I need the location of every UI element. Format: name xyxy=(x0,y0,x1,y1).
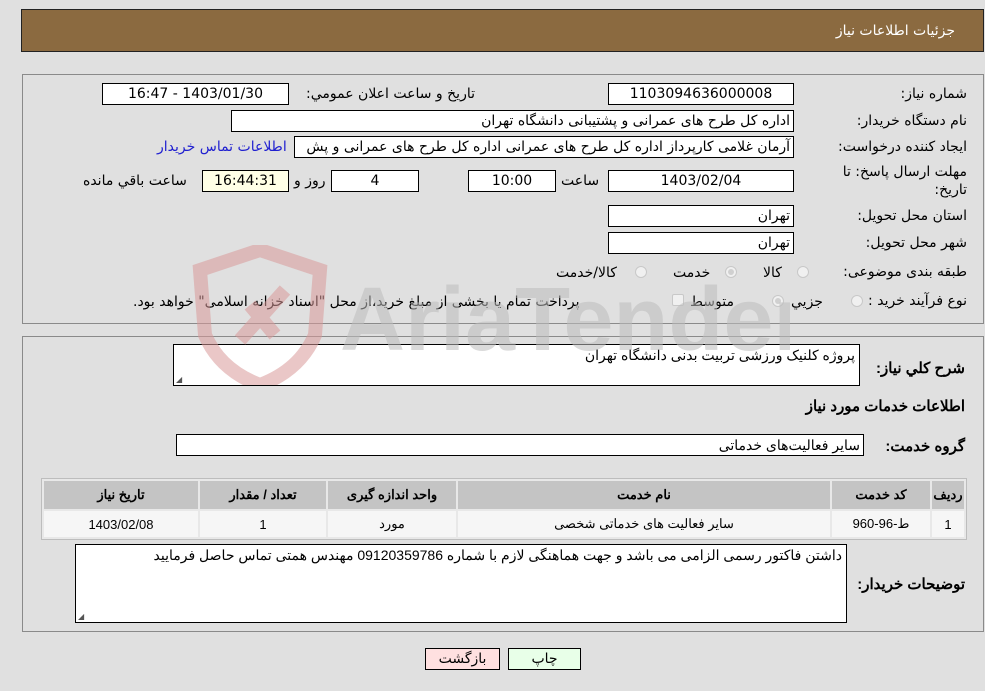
col-unit: واحد اندازه گیری xyxy=(328,481,456,509)
remaining-time-field[interactable]: 16:44:31 xyxy=(202,170,289,192)
category-option-goods: کالا xyxy=(763,265,782,281)
services-title: اطلاعات خدمات مورد نیاز xyxy=(805,398,965,415)
cell-row-number: 1 xyxy=(932,511,964,537)
buyer-notes-text: داشتن فاکتور رسمی الزامی می باشد و جهت ه… xyxy=(153,547,842,563)
remaining-label: ساعت باقي مانده xyxy=(83,173,187,189)
purchase-option-medium: متوسط xyxy=(690,294,734,310)
treasury-note: پرداخت تمام یا بخشی از مبلغ خرید،از محل … xyxy=(133,294,580,310)
category-option-goods-service: کالا/خدمت xyxy=(556,265,617,281)
category-radio-goods-service[interactable] xyxy=(635,266,647,278)
summary-label: شرح كلي نياز: xyxy=(876,360,965,377)
buyer-notes-textarea[interactable]: داشتن فاکتور رسمی الزامی می باشد و جهت ه… xyxy=(75,544,847,623)
summary-textarea[interactable]: پروژه کلنیک ورزشی تربیت بدنی دانشگاه تهر… xyxy=(173,344,860,386)
creator-field[interactable]: آرمان غلامی کارپرداز اداره کل طرح های عم… xyxy=(294,136,794,158)
deadline-time-field[interactable]: 10:00 xyxy=(468,170,556,192)
buyer-notes-label: توضیحات خریدار: xyxy=(857,576,965,593)
summary-text: پروژه کلنیک ورزشی تربیت بدنی دانشگاه تهر… xyxy=(584,347,855,363)
resize-grip-icon[interactable]: ◢ xyxy=(176,375,182,384)
cell-service-code: ط-96-960 xyxy=(832,511,930,537)
need-number-label: شماره نیاز: xyxy=(900,86,968,102)
deadline-date-field[interactable]: 1403/02/04 xyxy=(608,170,794,192)
buyer-contact-link[interactable]: اطلاعات تماس خریدار xyxy=(157,139,287,155)
category-radio-service[interactable] xyxy=(725,266,737,278)
city-label: شهر محل تحویل: xyxy=(865,235,967,251)
purchase-radio-minor[interactable] xyxy=(851,295,863,307)
details-panel: شرح كلي نياز: پروژه کلنیک ورزشی تربیت بد… xyxy=(22,336,984,632)
deadline-label: مهلت ارسال پاسخ: تا تاریخ: xyxy=(842,164,967,198)
cell-unit: مورد xyxy=(328,511,456,537)
cell-need-date: 1403/02/08 xyxy=(44,511,198,537)
cell-service-name: سایر فعالیت های خدماتی شخصی xyxy=(458,511,830,537)
buyer-org-field[interactable]: اداره کل طرح های عمرانی و پشتیبانی دانشگ… xyxy=(231,110,794,132)
col-service-name: نام خدمت xyxy=(458,481,830,509)
page-title: جزئیات اطلاعات نیاز xyxy=(835,22,955,39)
announce-datetime-field[interactable]: 1403/01/30 - 16:47 xyxy=(102,83,289,105)
col-row-number: ردیف xyxy=(932,481,964,509)
service-group-field[interactable]: سایر فعالیت‌های خدماتی xyxy=(176,434,864,456)
deadline-time-label: ساعت xyxy=(561,173,600,189)
category-radio-goods[interactable] xyxy=(797,266,809,278)
cell-quantity: 1 xyxy=(200,511,326,537)
table-header-row: ردیف کد خدمت نام خدمت واحد اندازه گیری ت… xyxy=(44,481,964,509)
buyer-org-label: نام دستگاه خریدار: xyxy=(856,113,967,129)
need-number-field[interactable]: 1103094636000008 xyxy=(608,83,794,105)
purchase-option-minor: جزيي xyxy=(791,294,823,310)
services-table: ردیف کد خدمت نام خدمت واحد اندازه گیری ت… xyxy=(41,478,967,540)
city-field[interactable]: تهران xyxy=(608,232,794,254)
creator-label: ایجاد کننده درخواست: xyxy=(838,139,967,155)
service-group-label: گروه خدمت: xyxy=(885,438,965,455)
days-label: روز و xyxy=(294,173,326,189)
category-label: طبقه بندی موضوعی: xyxy=(843,264,967,280)
table-row: 1 ط-96-960 سایر فعالیت های خدماتی شخصی م… xyxy=(44,511,964,537)
resize-grip-icon[interactable]: ◢ xyxy=(78,612,84,621)
page-header: جزئیات اطلاعات نیاز xyxy=(21,9,984,52)
col-quantity: تعداد / مقدار xyxy=(200,481,326,509)
col-need-date: تاریخ نیاز xyxy=(44,481,198,509)
purchase-type-label: نوع فرآیند خرید : xyxy=(868,293,967,309)
purchase-radio-medium[interactable] xyxy=(772,295,784,307)
need-info-panel: شماره نیاز: 1103094636000008 تاريخ و ساع… xyxy=(22,74,984,324)
announce-label: تاريخ و ساعت اعلان عمومي: xyxy=(306,86,475,102)
print-button[interactable]: چاپ xyxy=(508,648,581,670)
province-field[interactable]: تهران xyxy=(608,205,794,227)
col-service-code: کد خدمت xyxy=(832,481,930,509)
days-remaining-field[interactable]: 4 xyxy=(331,170,419,192)
category-option-service: خدمت xyxy=(673,265,711,281)
province-label: استان محل تحویل: xyxy=(857,208,967,224)
back-button[interactable]: بازگشت xyxy=(425,648,500,670)
treasury-checkbox[interactable] xyxy=(672,294,684,306)
